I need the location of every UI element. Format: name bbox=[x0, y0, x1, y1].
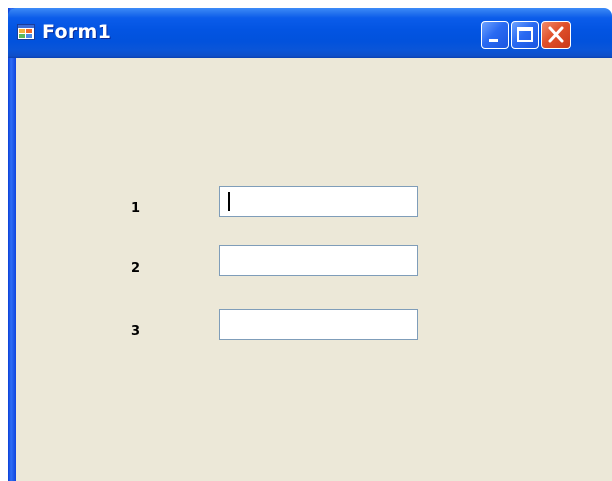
close-icon bbox=[548, 26, 564, 43]
window-title: Form1 bbox=[42, 21, 112, 43]
text-input-3[interactable] bbox=[219, 309, 418, 340]
form-client-area: 1 2 3 bbox=[16, 58, 612, 481]
minimize-button[interactable] bbox=[481, 21, 509, 49]
maximize-button[interactable] bbox=[511, 21, 539, 49]
field-label-1: 1 bbox=[131, 201, 141, 216]
text-input-1[interactable] bbox=[219, 186, 418, 217]
text-input-2[interactable] bbox=[219, 245, 418, 276]
close-button[interactable] bbox=[541, 21, 571, 49]
form-app-icon[interactable] bbox=[17, 24, 35, 40]
form-window: Form1 1 2 3 bbox=[8, 8, 612, 481]
field-label-3: 3 bbox=[131, 324, 141, 339]
minimize-icon bbox=[489, 39, 498, 42]
field-label-2: 2 bbox=[131, 261, 141, 276]
title-bar[interactable]: Form1 bbox=[8, 8, 612, 58]
text-caret bbox=[228, 192, 230, 211]
maximize-icon bbox=[517, 27, 533, 42]
